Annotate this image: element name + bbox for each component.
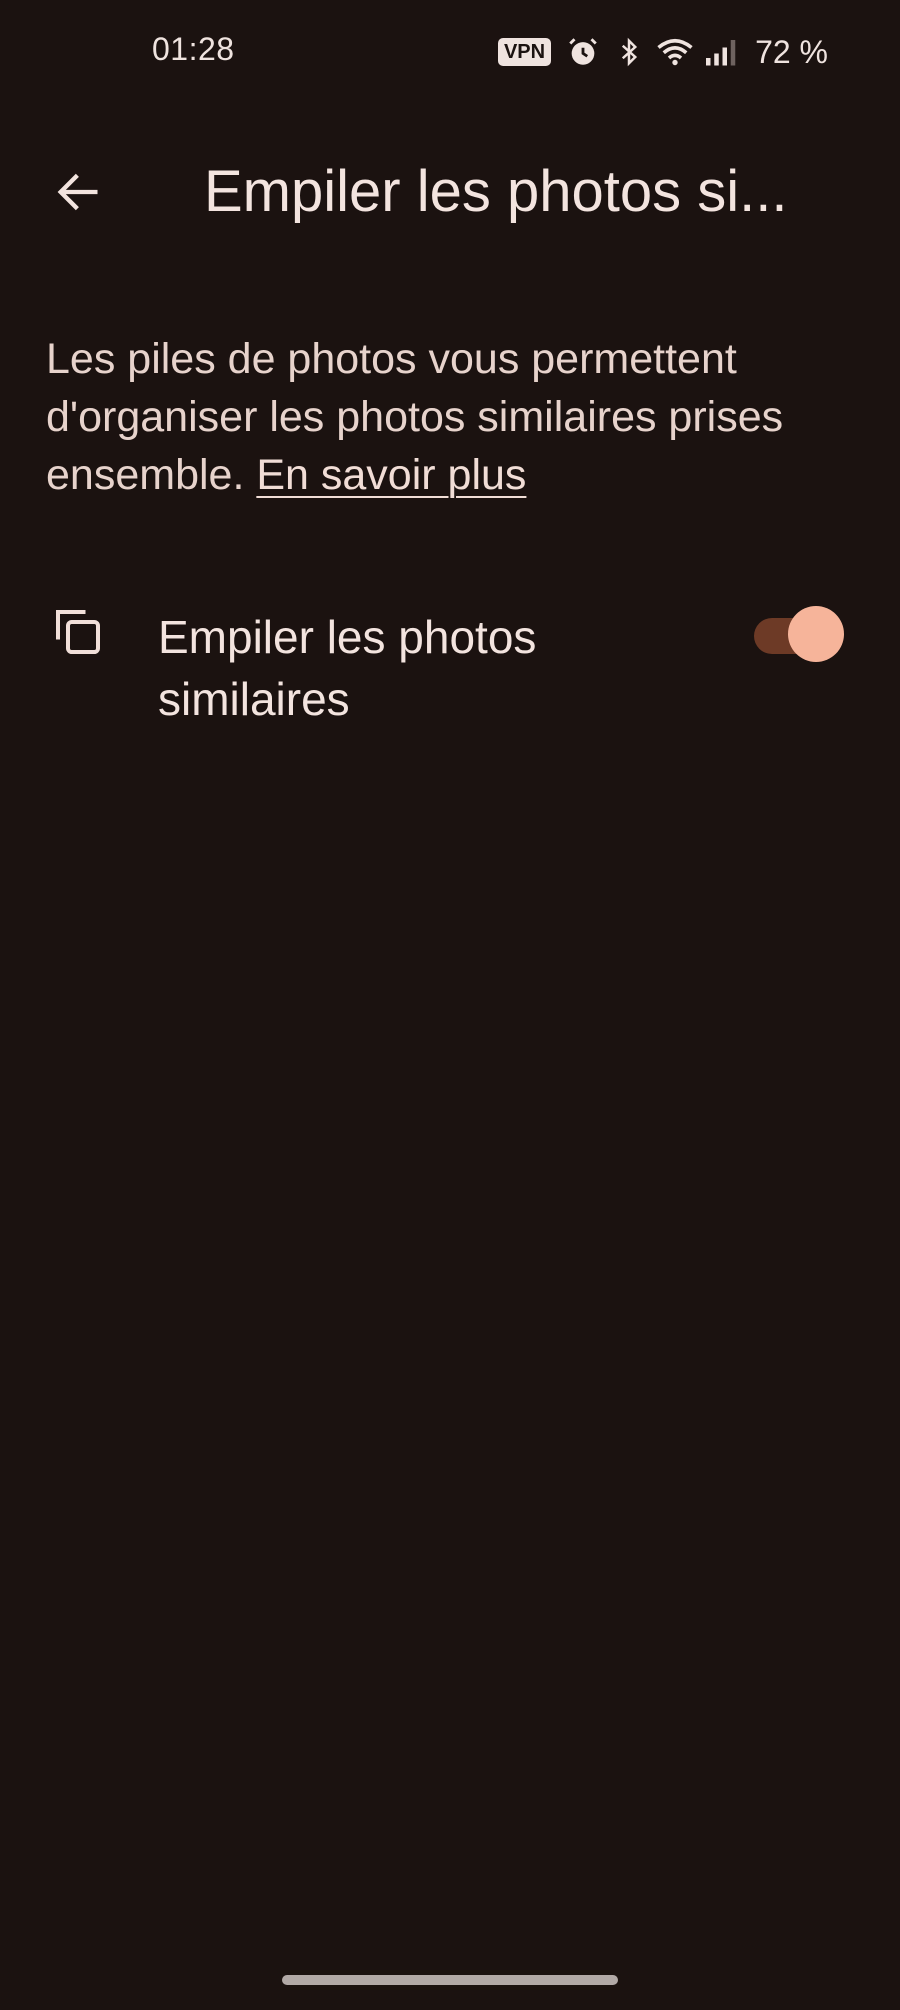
battery-level: 72 % bbox=[755, 33, 828, 70]
arrow-back-icon bbox=[57, 173, 98, 211]
setting-label: Empiler les photos similaires bbox=[158, 611, 537, 725]
app-bar: Empiler les photos si... bbox=[0, 140, 900, 240]
stack-photos-toggle[interactable] bbox=[754, 606, 846, 662]
vpn-icon: VPN bbox=[497, 38, 552, 66]
learn-more-link[interactable]: En savoir plus bbox=[256, 451, 526, 499]
alarm-icon bbox=[565, 34, 601, 70]
stack-photos-icon bbox=[56, 610, 100, 654]
page-title: Empiler les photos si... bbox=[204, 159, 788, 224]
status-time: 01:28 bbox=[152, 31, 235, 67]
setting-row-stack-photos[interactable]: Empiler les photos similaires bbox=[0, 590, 900, 750]
status-icons: VPN 72 % bbox=[497, 32, 828, 72]
toggle-thumb bbox=[788, 606, 844, 662]
gesture-navigation-bar[interactable] bbox=[282, 1975, 618, 1985]
wifi-icon bbox=[657, 34, 693, 70]
bluetooth-icon bbox=[611, 34, 647, 70]
description: Les piles de photos vous permettent d'or… bbox=[46, 330, 846, 504]
signal-icon bbox=[703, 34, 739, 70]
back-button[interactable] bbox=[46, 160, 110, 224]
status-bar: 01:28 VPN 72 % bbox=[0, 0, 900, 104]
